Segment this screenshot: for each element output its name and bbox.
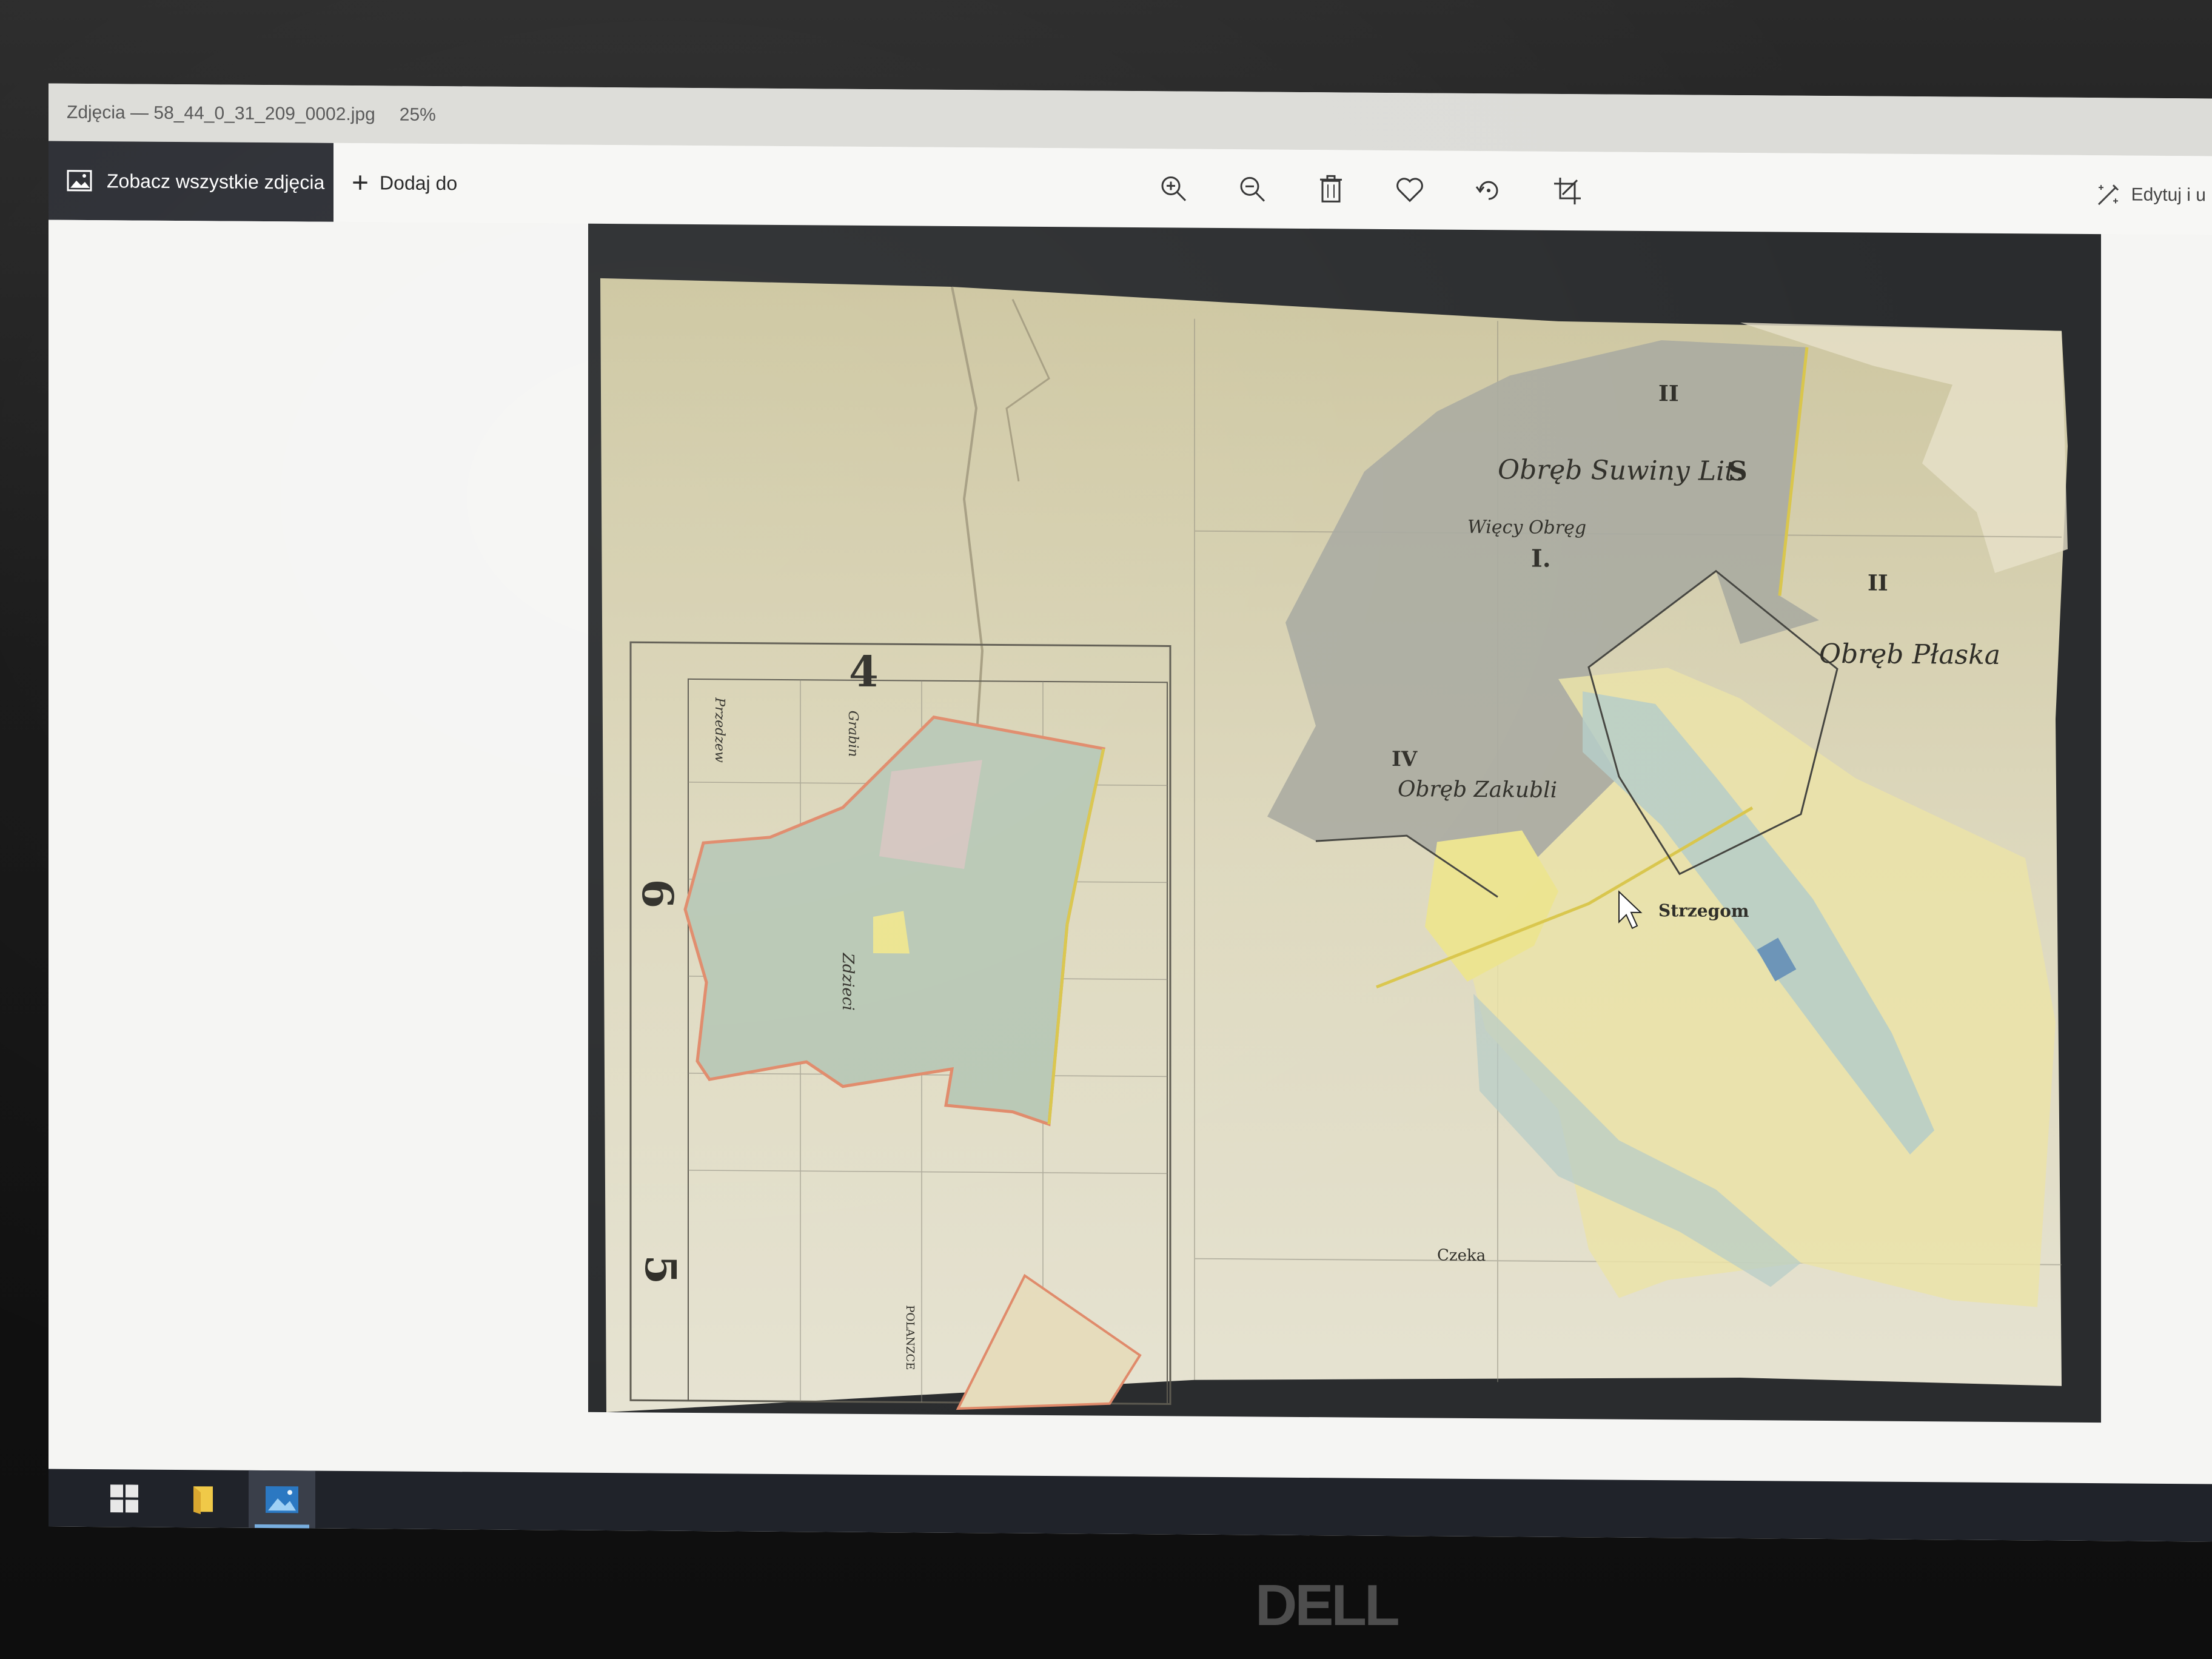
cadastral-map: 4 6 5 Obręb Suwiny Lit. S Obręb Płaska I…: [600, 278, 2068, 1412]
label-wiecy-obreg: Więcy Obręg: [1467, 517, 1586, 538]
zoom-out-button[interactable]: [1213, 149, 1292, 229]
label-strzegom: Strzegom: [1658, 900, 1749, 921]
all-photos-label: Zobacz wszystkie zdjęcia: [107, 169, 325, 193]
start-button[interactable]: [91, 1469, 158, 1527]
heart-icon: [1396, 178, 1423, 203]
plus-icon: +: [352, 166, 369, 199]
label-czeka: Czeka: [1437, 1247, 1486, 1265]
add-to-label: Dodaj do: [380, 171, 458, 194]
file-explorer-button[interactable]: [170, 1470, 236, 1528]
photos-app-button[interactable]: [249, 1470, 315, 1529]
file-explorer-icon: [193, 1486, 213, 1514]
edit-icon: [2097, 184, 2119, 206]
zoom-in-button[interactable]: [1134, 149, 1213, 228]
svg-text:DELL: DELL: [1255, 1573, 1398, 1638]
delete-button[interactable]: [1292, 150, 1370, 229]
zoom-level: 25%: [399, 104, 436, 125]
label-zdzieci: Zdzieci: [839, 953, 857, 1011]
label-roman-ii-a: II: [1658, 381, 1679, 406]
inset-parcel-yellow: [873, 911, 910, 954]
rotate-icon: [1475, 181, 1498, 200]
map-numeral-6: 6: [632, 879, 683, 908]
delete-icon: [1320, 175, 1342, 203]
label-roman-iv: IV: [1392, 747, 1418, 771]
edit-label: Edytuj i u: [2131, 184, 2206, 206]
screen: Zdjęcia — 58_44_0_31_209_0002.jpg 25% Zo…: [49, 83, 2212, 1542]
displayed-image[interactable]: 4 6 5 Obręb Suwiny Lit. S Obręb Płaska I…: [588, 223, 2101, 1423]
label-przedzew: Przedzew: [712, 697, 727, 763]
photo-gallery-icon: [67, 170, 92, 192]
rotate-button[interactable]: [1449, 151, 1528, 230]
windows-start-icon: [110, 1484, 138, 1513]
all-photos-button[interactable]: Zobacz wszystkie zdjęcia: [49, 141, 333, 222]
label-obreb-suwiny: Obręb Suwiny Lit.: [1498, 454, 1744, 487]
zoom-in-icon: [1161, 176, 1187, 201]
map-numeral-5: 5: [635, 1255, 686, 1284]
dell-logo: DELL: [1255, 1573, 1401, 1638]
favorite-button[interactable]: [1370, 150, 1449, 230]
label-polanzce: POLANZCE: [903, 1305, 916, 1370]
label-roman-i: I.: [1531, 545, 1551, 573]
label-grabin: Grabin: [845, 711, 860, 757]
crop-button[interactable]: [1528, 152, 1607, 231]
image-viewer: 4 6 5 Obręb Suwiny Lit. S Obręb Płaska I…: [49, 220, 2212, 1484]
label-obreb-plaska: Obręb Płaska: [1819, 638, 2000, 671]
image-tools: [1134, 149, 1607, 230]
crop-icon: [1554, 177, 1581, 205]
edit-create-button[interactable]: Edytuj i u: [2095, 155, 2212, 235]
inset-parcel-pink: [879, 760, 982, 870]
app-toolbar: Zobacz wszystkie zdjęcia + Dodaj do Edyt…: [49, 141, 2212, 235]
window-title: Zdjęcia — 58_44_0_31_209_0002.jpg: [67, 102, 375, 124]
zoom-out-icon: [1240, 176, 1265, 202]
map-numeral-4: 4: [849, 646, 879, 697]
add-to-button[interactable]: + Dodaj do: [352, 143, 457, 223]
photos-app-icon: [266, 1486, 298, 1513]
label-obreb-zakubli: Obręb Zakubli: [1398, 777, 1557, 803]
label-letter-s: S: [1728, 456, 1748, 487]
label-roman-ii-b: II: [1868, 570, 1888, 595]
